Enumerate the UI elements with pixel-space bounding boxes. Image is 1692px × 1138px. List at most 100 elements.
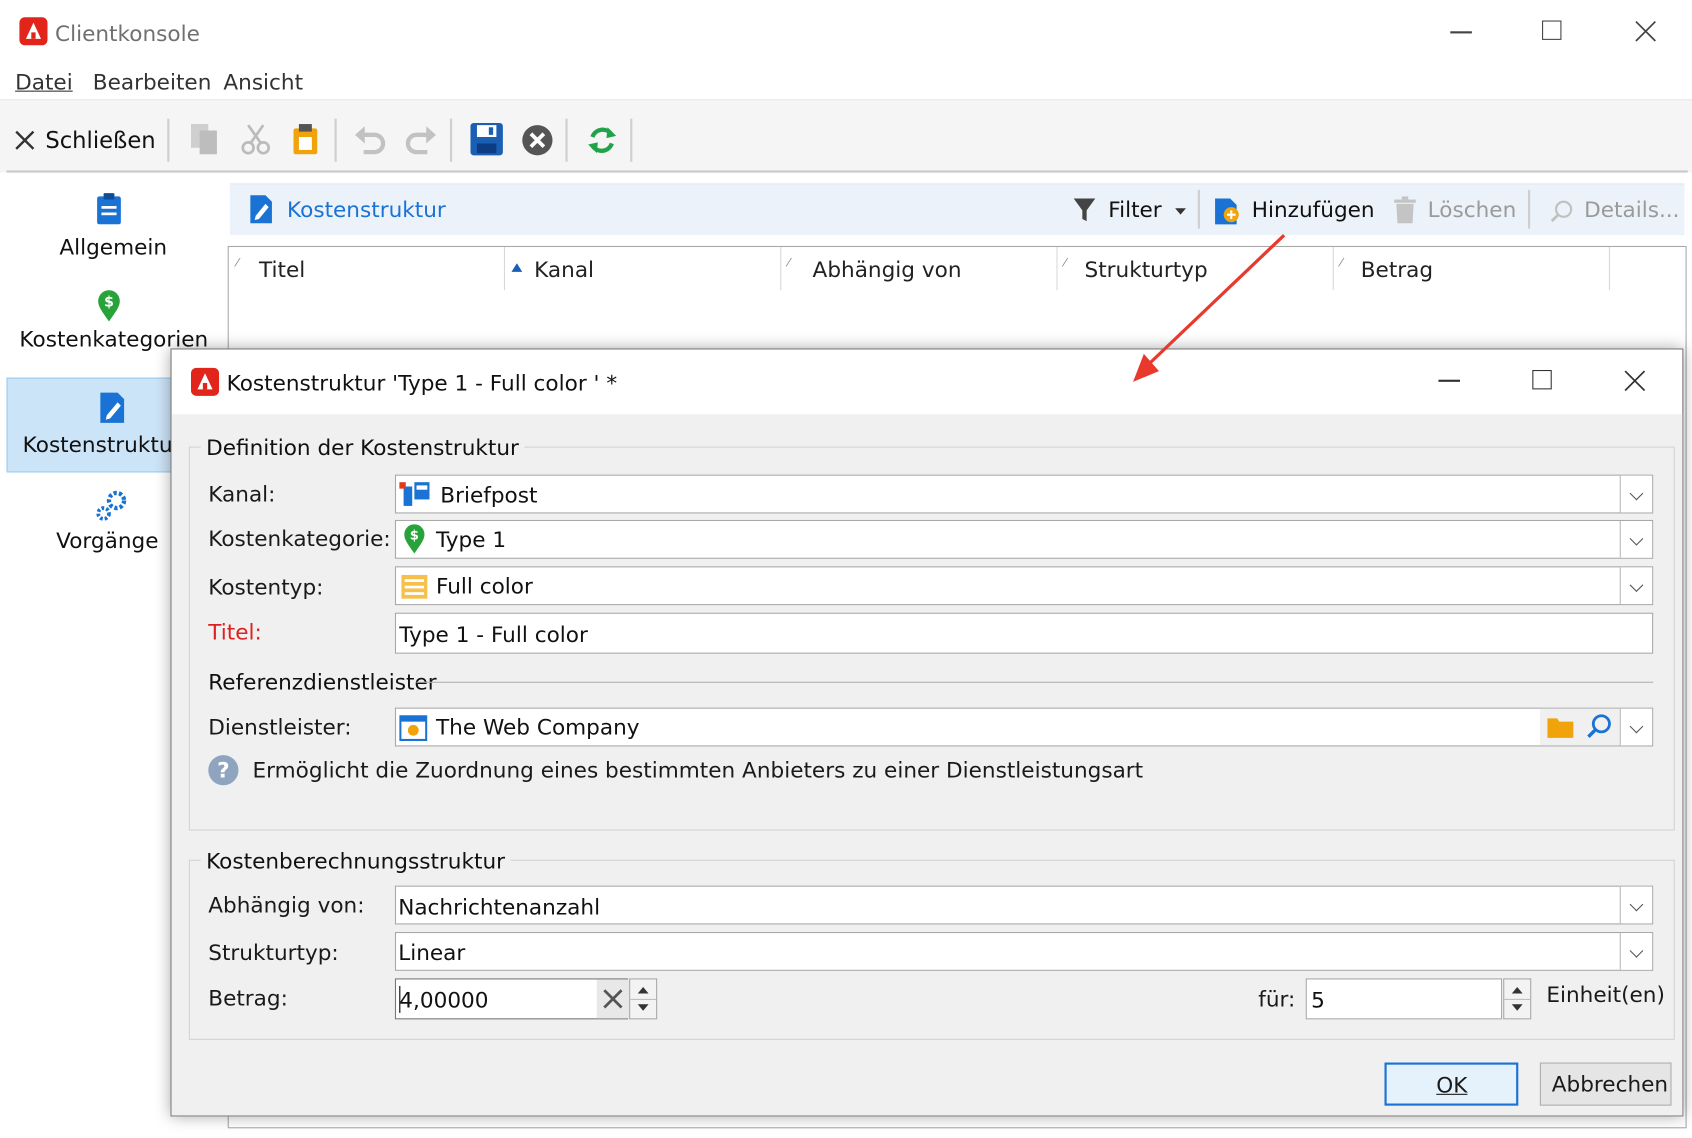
delete-label: Löschen: [1427, 196, 1517, 223]
chevron-down-icon[interactable]: [1619, 886, 1653, 924]
clear-icon: [603, 989, 623, 1009]
mailbox-icon: [399, 482, 430, 506]
add-doc-icon: [1215, 198, 1239, 225]
dialog-minimize-button[interactable]: [1435, 365, 1467, 397]
column-label: Kanal: [534, 256, 595, 283]
toolbar-separator: [1528, 189, 1531, 229]
cancel-button[interactable]: Abbrechen: [1539, 1062, 1672, 1106]
paste-icon[interactable]: [289, 122, 321, 157]
close-tool-label: Schließen: [45, 127, 156, 154]
toolbar-separator: [449, 118, 453, 162]
sidebar-item-label: Kostenstruktur: [22, 431, 182, 458]
filter-icon: [1073, 198, 1096, 222]
titel-input[interactable]: Type 1 - Full color: [394, 612, 1654, 654]
abhaengig-value: Nachrichtenanzahl: [398, 894, 601, 921]
strukturtyp-value: Linear: [398, 939, 466, 966]
save-icon[interactable]: [469, 122, 504, 157]
copy-icon[interactable]: [189, 122, 221, 157]
menu-datei[interactable]: Datei: [15, 71, 73, 93]
details-button[interactable]: Details...: [1550, 192, 1680, 229]
dialog-close-button[interactable]: [1619, 365, 1651, 397]
sidebar-item-label: Allgemein: [59, 234, 168, 260]
sort-handle-icon: ⁄: [1340, 255, 1343, 270]
svg-text:$: $: [410, 528, 419, 543]
column-header-titel[interactable]: ⁄ Titel: [230, 247, 506, 291]
chevron-down-icon[interactable]: [1619, 567, 1653, 605]
fuer-value: 5: [1311, 987, 1325, 1013]
kanal-select[interactable]: Briefpost: [394, 474, 1654, 514]
maximize-button[interactable]: [1539, 17, 1571, 49]
dienstleister-select[interactable]: The Web Company: [394, 707, 1654, 747]
maximize-icon: [1542, 20, 1562, 40]
redo-icon[interactable]: [404, 123, 439, 155]
list-icon: [401, 574, 428, 599]
definition-legend: Definition der Kostenstruktur: [200, 436, 525, 459]
search-icon[interactable]: [1585, 713, 1613, 741]
betrag-stepper[interactable]: [629, 978, 658, 1020]
dialog-title: Kostenstruktur 'Type 1 - Full color ' *: [226, 369, 618, 396]
fuer-stepper[interactable]: [1503, 978, 1532, 1020]
close-window-button[interactable]: [1629, 15, 1661, 47]
undo-icon[interactable]: [353, 123, 388, 155]
toolbar-separator: [565, 118, 568, 162]
abhaengig-label: Abhängig von:: [208, 892, 365, 918]
column-label: Strukturtyp: [1084, 256, 1208, 283]
refresh-icon[interactable]: [586, 124, 618, 156]
folder-icon[interactable]: [1546, 715, 1574, 739]
referenz-divider: [416, 681, 1654, 683]
kostentyp-select[interactable]: Full color: [394, 566, 1654, 606]
panel-title: Kostenstruktur: [287, 196, 446, 223]
text-cursor: [399, 985, 401, 1013]
sidebar-item-allgemein[interactable]: Allgemein: [9, 181, 214, 267]
close-icon: [1635, 20, 1656, 42]
close-tool-button[interactable]: Schließen: [9, 121, 160, 158]
chevron-down-icon[interactable]: [1619, 933, 1653, 970]
strukturtyp-label: Strukturtyp:: [208, 939, 339, 966]
cut-icon[interactable]: [240, 122, 272, 157]
clipboard-icon: [97, 193, 121, 225]
betrag-input[interactable]: 4,00000: [394, 978, 630, 1020]
strukturtyp-select[interactable]: Linear: [394, 931, 1654, 971]
add-button[interactable]: Hinzufügen: [1213, 192, 1375, 229]
cancel-label: Abbrechen: [1551, 1071, 1669, 1098]
column-header-betrag[interactable]: ⁄ Betrag: [1334, 247, 1611, 291]
minimize-icon: [1450, 31, 1472, 33]
dienstleister-label: Dienstleister:: [208, 714, 352, 740]
kanal-label: Kanal:: [208, 481, 276, 507]
titel-value: Type 1 - Full color: [399, 621, 588, 648]
cancel-circle-icon[interactable]: [521, 124, 553, 156]
column-label: Titel: [258, 256, 306, 283]
menu-bearbeiten[interactable]: Bearbeiten: [93, 71, 212, 93]
filter-button[interactable]: Filter: [1073, 192, 1194, 229]
ok-button[interactable]: OK: [1384, 1062, 1519, 1106]
einheit-label: Einheit(en): [1546, 981, 1665, 1008]
column-label: Betrag: [1360, 256, 1434, 283]
clear-button[interactable]: [596, 979, 630, 1019]
window-title: Clientkonsole: [55, 20, 200, 47]
menu-ansicht[interactable]: Ansicht: [223, 71, 303, 93]
delete-button[interactable]: Löschen: [1392, 192, 1519, 229]
column-header-abhaengig[interactable]: ⁄ Abhängig von: [781, 247, 1058, 291]
column-header-kanal[interactable]: Kanal: [505, 247, 782, 291]
dialog-maximize-button[interactable]: [1528, 365, 1560, 397]
abhaengig-select[interactable]: Nachrichtenanzahl: [394, 885, 1654, 925]
search-icon: [1550, 200, 1573, 223]
fuer-input[interactable]: 5: [1305, 978, 1503, 1020]
toolbar-separator: [1197, 189, 1200, 229]
help-text: Ermöglicht die Zuordnung eines bestimmte…: [252, 757, 1144, 784]
chevron-down-icon[interactable]: [1619, 475, 1653, 513]
fuer-label: für:: [1258, 985, 1296, 1012]
kostenkategorie-select[interactable]: $ Type 1: [394, 519, 1654, 559]
kostenkategorie-value: Type 1: [435, 526, 507, 553]
trash-icon: [1394, 196, 1416, 224]
minimize-button[interactable]: [1446, 17, 1478, 49]
sort-ascending-icon: [511, 263, 523, 272]
chevron-down-icon[interactable]: [1619, 708, 1653, 746]
gears-icon: [96, 490, 127, 521]
app-logo-icon: [19, 17, 48, 46]
kostentyp-value: Full color: [435, 572, 533, 599]
column-header-strukturtyp[interactable]: ⁄ Strukturtyp: [1058, 247, 1334, 291]
sidebar-item-kostenstruktur[interactable]: Kostenstruktur: [6, 377, 181, 473]
sidebar-item-label: Kostenkategorien: [19, 325, 209, 352]
chevron-down-icon[interactable]: [1619, 521, 1653, 558]
